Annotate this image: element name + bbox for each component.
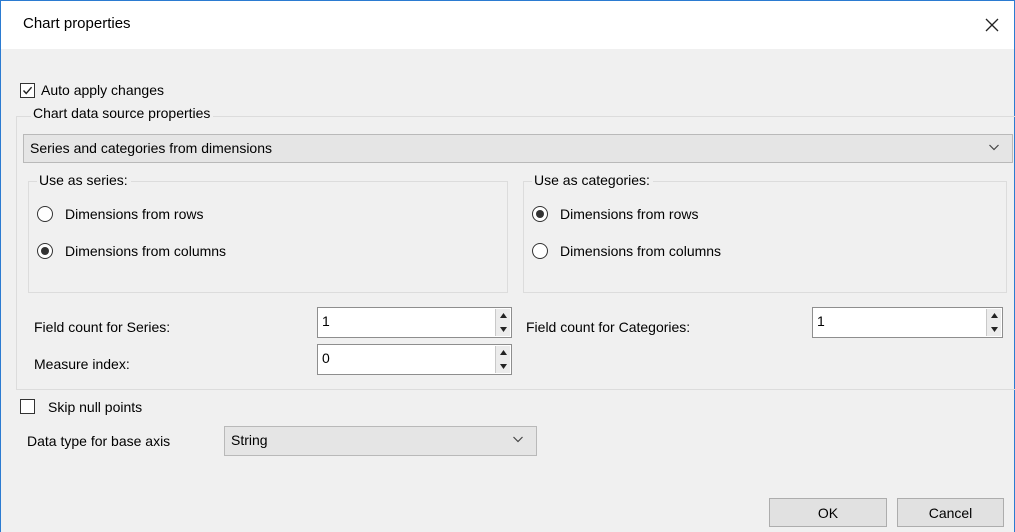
title-bar: Chart properties (1, 1, 1014, 49)
field-count-series-value: 1 (322, 313, 330, 329)
arrow-down-icon (990, 327, 998, 332)
spin-down-button[interactable] (496, 360, 510, 373)
categories-columns-label: Dimensions from columns (560, 243, 722, 259)
base-axis-dropdown[interactable]: String (224, 426, 537, 456)
categories-group (523, 181, 1007, 293)
field-count-categories-stepper[interactable]: 1 (812, 307, 1003, 338)
arrow-up-icon (990, 313, 998, 318)
close-button[interactable] (974, 9, 1010, 41)
spin-up-button[interactable] (496, 346, 510, 359)
field-count-categories-label: Field count for Categories: (526, 319, 691, 335)
close-icon (985, 18, 999, 32)
chevron-down-icon (513, 436, 523, 443)
field-count-series-label: Field count for Series: (34, 319, 171, 335)
skip-null-label: Skip null points (48, 399, 143, 415)
measure-index-stepper[interactable]: 0 (317, 344, 512, 375)
categories-rows-radio[interactable] (532, 206, 548, 222)
measure-index-label: Measure index: (34, 356, 130, 372)
chevron-down-icon (989, 144, 999, 151)
base-axis-selected: String (231, 432, 268, 448)
spin-up-button[interactable] (987, 309, 1001, 322)
skip-null-checkbox[interactable] (20, 399, 35, 414)
field-count-series-stepper[interactable]: 1 (317, 307, 512, 338)
field-count-categories-value: 1 (817, 313, 825, 329)
checkmark-icon (22, 86, 33, 95)
arrow-down-icon (499, 364, 507, 369)
auto-apply-label: Auto apply changes (41, 82, 164, 98)
series-rows-label: Dimensions from rows (65, 206, 204, 222)
cancel-button[interactable]: Cancel (897, 498, 1004, 527)
arrow-down-icon (499, 327, 507, 332)
series-columns-radio[interactable] (37, 243, 53, 259)
data-source-selected: Series and categories from dimensions (30, 140, 273, 156)
categories-columns-radio[interactable] (532, 243, 548, 259)
spin-up-button[interactable] (496, 309, 510, 322)
data-source-dropdown[interactable]: Series and categories from dimensions (23, 134, 1013, 163)
series-group (28, 181, 508, 293)
data-source-legend: Chart data source properties (31, 105, 214, 121)
arrow-up-icon (499, 350, 507, 355)
categories-rows-label: Dimensions from rows (560, 206, 699, 222)
categories-legend: Use as categories: (532, 172, 653, 188)
auto-apply-checkbox[interactable] (20, 83, 35, 98)
arrow-up-icon (499, 313, 507, 318)
series-columns-label: Dimensions from columns (65, 243, 227, 259)
spin-down-button[interactable] (987, 323, 1001, 336)
spin-down-button[interactable] (496, 323, 510, 336)
series-rows-radio[interactable] (37, 206, 53, 222)
radio-selected-dot (536, 210, 544, 218)
ok-button[interactable]: OK (769, 498, 887, 527)
base-axis-label: Data type for base axis (27, 433, 171, 449)
measure-index-value: 0 (322, 350, 330, 366)
chart-properties-dialog: Chart properties Auto apply changes Char… (0, 0, 1015, 532)
series-legend: Use as series: (37, 172, 131, 188)
radio-selected-dot (41, 247, 49, 255)
dialog-title: Chart properties (23, 15, 131, 32)
